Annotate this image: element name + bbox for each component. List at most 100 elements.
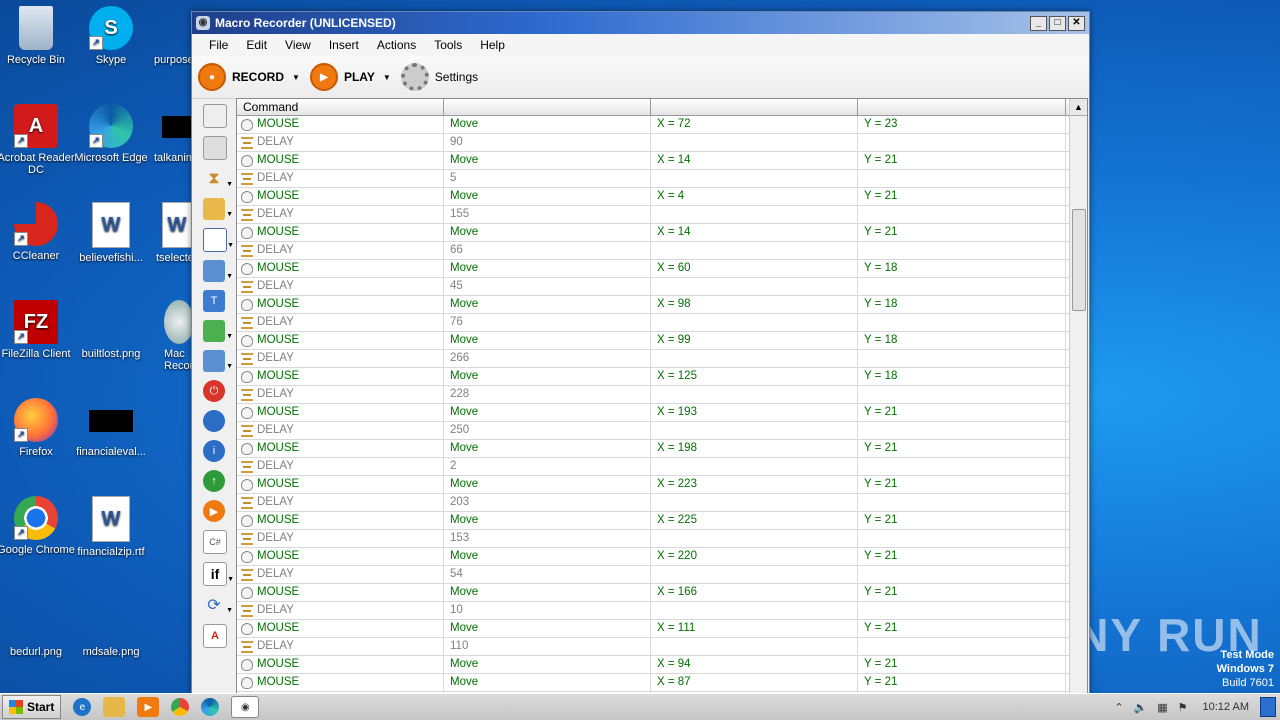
table-row[interactable]: DELAY 54 xyxy=(237,566,1087,584)
table-row[interactable]: MOUSE Move X = 125 Y = 18 xyxy=(237,368,1087,386)
record-button[interactable]: ● RECORD ▼ xyxy=(198,63,300,91)
desktop-icon-bedurl[interactable]: bedurl.png xyxy=(0,598,76,658)
table-row[interactable]: MOUSE Move X = 98 Y = 18 xyxy=(237,296,1087,314)
desktop-icon-believefishi[interactable]: W believefishi... xyxy=(71,202,151,264)
table-row[interactable]: MOUSE Move X = 94 Y = 21 xyxy=(237,656,1087,674)
desktop-icon-builtlost[interactable]: builtlost.png xyxy=(71,300,151,360)
desktop-icon-mdsale[interactable]: mdsale.png xyxy=(71,598,151,658)
desktop-icon-chrome[interactable]: ↗ Google Chrome xyxy=(0,496,76,556)
tray-arrow-icon[interactable]: ⌃ xyxy=(1114,701,1123,714)
title-bar[interactable]: ◉ Macro Recorder (UNLICENSED) _ □ ✕ xyxy=(192,12,1089,34)
desktop-icon-firefox[interactable]: ↗ Firefox xyxy=(0,398,76,458)
text-command-icon[interactable]: T xyxy=(203,290,225,312)
keyboard-command-icon[interactable] xyxy=(203,136,227,160)
desktop-icon-acrobat[interactable]: A ↗ Acrobat Reader DC xyxy=(0,104,76,176)
menu-tools[interactable]: Tools xyxy=(425,38,471,52)
column-header-2[interactable] xyxy=(444,99,651,115)
flag-icon[interactable]: ⚑ xyxy=(1178,701,1188,714)
table-row[interactable]: MOUSE Move X = 87 Y = 21 xyxy=(237,674,1087,692)
play-dropdown-icon[interactable]: ▼ xyxy=(383,73,391,82)
goto-command-icon[interactable]: ↑ xyxy=(203,470,225,492)
table-row[interactable]: DELAY 10 xyxy=(237,602,1087,620)
column-header-command[interactable]: Command xyxy=(237,99,444,115)
image-command-icon[interactable]: ▼ xyxy=(203,350,233,372)
delay-command-icon[interactable]: ⧗ ▼ xyxy=(203,168,233,190)
desktop-icon-financialzip[interactable]: W financialzip.rtf xyxy=(71,496,151,558)
taskbar-explorer-icon[interactable] xyxy=(103,697,126,717)
table-row[interactable]: MOUSE Move X = 223 Y = 21 xyxy=(237,476,1087,494)
table-row[interactable]: DELAY 203 xyxy=(237,494,1087,512)
play-button[interactable]: ▶ PLAY ▼ xyxy=(309,63,391,91)
table-row[interactable]: DELAY 155 xyxy=(237,206,1087,224)
copy-command-icon[interactable]: ▼ xyxy=(203,260,233,282)
menu-insert[interactable]: Insert xyxy=(320,38,368,52)
table-row[interactable]: MOUSE Move X = 198 Y = 21 xyxy=(237,440,1087,458)
loop-command-icon[interactable]: ⟳ ▼ xyxy=(203,594,233,616)
menu-edit[interactable]: Edit xyxy=(237,38,276,52)
mouse-command-icon[interactable] xyxy=(203,104,227,128)
table-row[interactable]: MOUSE Move X = 72 Y = 23 xyxy=(237,116,1087,134)
taskbar-macro-recorder-icon[interactable]: ◉ xyxy=(231,696,260,718)
settings-button[interactable]: Settings xyxy=(400,63,478,91)
desktop-icon-financialeval[interactable]: financialeval... xyxy=(71,398,151,458)
menu-view[interactable]: View xyxy=(276,38,320,52)
table-row[interactable]: MOUSE Move X = 193 Y = 21 xyxy=(237,404,1087,422)
taskbar-chrome-icon[interactable] xyxy=(171,698,190,716)
table-row[interactable]: DELAY 66 xyxy=(237,242,1087,260)
column-header-4[interactable] xyxy=(858,99,1066,115)
show-desktop-button[interactable] xyxy=(1260,697,1276,717)
clock[interactable]: 10:12 AM xyxy=(1203,701,1249,713)
start-button[interactable]: Start xyxy=(2,695,62,719)
table-row[interactable]: DELAY 250 xyxy=(237,422,1087,440)
info-command-icon[interactable]: i xyxy=(203,440,225,462)
text-a-command-icon[interactable]: A xyxy=(203,624,227,648)
desktop-icon-ccleaner[interactable]: ↗ CCleaner xyxy=(0,202,76,262)
color-picker-icon[interactable]: ▼ xyxy=(203,320,233,342)
vertical-scrollbar[interactable]: ▲ xyxy=(1069,99,1087,693)
table-row[interactable]: MOUSE Move X = 99 Y = 18 xyxy=(237,332,1087,350)
csharp-command-icon[interactable]: C# xyxy=(203,530,227,554)
scroll-thumb[interactable] xyxy=(1072,209,1086,311)
menu-file[interactable]: File xyxy=(200,38,237,52)
taskbar-edge-icon[interactable] xyxy=(201,698,220,716)
table-row[interactable]: DELAY 45 xyxy=(237,278,1087,296)
minimize-button[interactable]: _ xyxy=(1030,15,1047,31)
table-row[interactable]: MOUSE Move X = 14 Y = 21 xyxy=(237,224,1087,242)
network-icon[interactable]: ▦ xyxy=(1157,701,1167,714)
column-header-3[interactable] xyxy=(651,99,858,115)
table-row[interactable]: DELAY 76 xyxy=(237,314,1087,332)
desktop-icon-recycle-bin[interactable]: Recycle Bin xyxy=(0,6,76,66)
taskbar-media-player-icon[interactable]: ▶ xyxy=(137,697,160,717)
table-row[interactable]: MOUSE Move X = 220 Y = 21 xyxy=(237,548,1087,566)
table-row[interactable]: DELAY 110 xyxy=(237,638,1087,656)
window-command-icon[interactable]: ▼ xyxy=(203,228,234,252)
table-row[interactable]: DELAY 228 xyxy=(237,386,1087,404)
if-command-icon[interactable]: if ▼ xyxy=(203,562,234,586)
stop-command-icon[interactable]: ⏻ xyxy=(203,380,225,402)
table-row[interactable]: MOUSE Move X = 14 Y = 21 xyxy=(237,152,1087,170)
menu-help[interactable]: Help xyxy=(471,38,514,52)
desktop-icon-skype[interactable]: S ↗ Skype xyxy=(71,6,151,66)
desktop-icon-filezilla[interactable]: FZ ↗ FileZilla Client xyxy=(0,300,76,360)
record-dropdown-icon[interactable]: ▼ xyxy=(292,73,300,82)
close-button[interactable]: ✕ xyxy=(1068,15,1085,31)
volume-icon[interactable]: 🔈 xyxy=(1134,701,1148,714)
maximize-button[interactable]: □ xyxy=(1049,15,1066,31)
table-row[interactable]: MOUSE Move X = 4Y = 21 xyxy=(237,188,1087,206)
table-row[interactable]: MOUSE Move X = 111 Y = 21 xyxy=(237,620,1087,638)
table-row[interactable]: DELAY 266 xyxy=(237,350,1087,368)
run-macro-icon[interactable]: ▶ xyxy=(203,500,225,522)
table-row[interactable]: DELAY 5 xyxy=(237,170,1087,188)
table-row[interactable]: MOUSE Move X = 225 Y = 21 xyxy=(237,512,1087,530)
clipboard-command-icon[interactable]: ▼ xyxy=(203,198,233,220)
table-row[interactable]: DELAY 153 xyxy=(237,530,1087,548)
table-row[interactable]: DELAY 2 xyxy=(237,458,1087,476)
desktop-icon-edge[interactable]: ↗ Microsoft Edge xyxy=(71,104,151,164)
taskbar-ie-icon[interactable]: e xyxy=(73,698,92,716)
menu-actions[interactable]: Actions xyxy=(368,38,425,52)
web-command-icon[interactable] xyxy=(203,410,225,432)
scroll-up-icon[interactable]: ▲ xyxy=(1070,99,1087,116)
table-row[interactable]: MOUSE Move X = 60 Y = 18 xyxy=(237,260,1087,278)
table-row[interactable]: DELAY 90 xyxy=(237,134,1087,152)
table-row[interactable]: MOUSE Move X = 166 Y = 21 xyxy=(237,584,1087,602)
